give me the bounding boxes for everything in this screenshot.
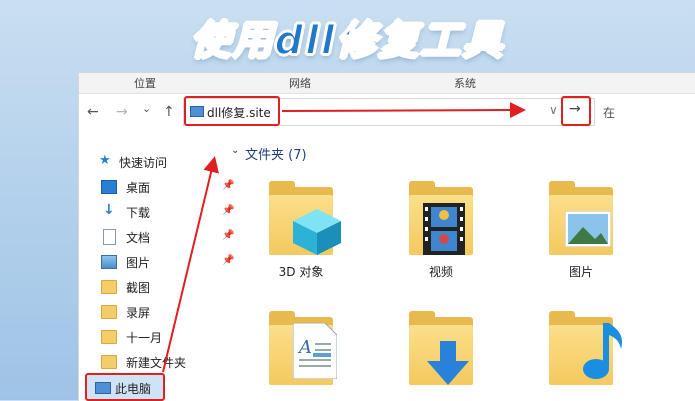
annotation-arrow-right bbox=[281, 102, 526, 119]
annotation-arrows bbox=[162, 102, 526, 373]
annotation-arrow-up bbox=[162, 156, 219, 373]
